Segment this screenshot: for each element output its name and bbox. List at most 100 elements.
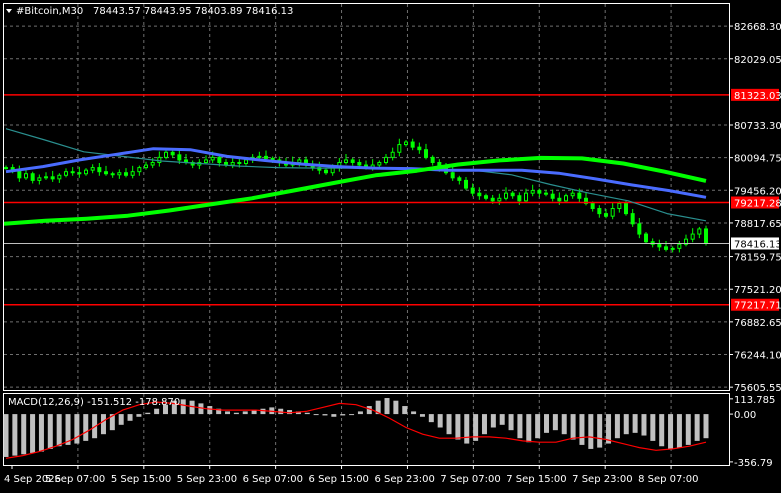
macd-histogram-bar bbox=[30, 414, 36, 453]
macd-histogram-bar bbox=[384, 398, 390, 415]
macd-histogram-bar bbox=[535, 414, 541, 439]
macd-histogram-bar bbox=[659, 414, 665, 447]
candle-body bbox=[697, 228, 702, 235]
macd-histogram-bar bbox=[12, 414, 18, 456]
candle-body bbox=[210, 156, 215, 161]
macd-histogram-bar bbox=[650, 414, 656, 441]
chart-window[interactable]: 82668.30 82029.05 80733.30 80094.75 79456.20… bbox=[0, 0, 781, 489]
candle-body bbox=[457, 177, 462, 181]
price-tick-label: 76244.10 bbox=[734, 351, 781, 362]
macd-histogram-bar bbox=[136, 414, 142, 417]
level-price-label: 79217.28 bbox=[734, 199, 781, 210]
candle-body bbox=[70, 171, 75, 174]
ohlc-label: 78443.57 78443.95 78403.89 78416.13 bbox=[93, 6, 293, 17]
candle-body bbox=[244, 159, 248, 165]
candle-body bbox=[464, 179, 468, 189]
macd-histogram-bar bbox=[260, 408, 266, 415]
macd-histogram-bar bbox=[508, 414, 514, 431]
macd-histogram-bar bbox=[56, 414, 62, 447]
candle-body bbox=[610, 208, 615, 217]
price-tick-label: 76882.65 bbox=[734, 318, 781, 329]
macd-histogram-bar bbox=[641, 414, 647, 436]
candle-body bbox=[517, 195, 522, 202]
macd-histogram-bar bbox=[552, 414, 558, 431]
candle-body bbox=[704, 228, 708, 244]
price-tick-label: 78817.65 bbox=[734, 219, 781, 230]
time-tick-label: 7 Sep 15:00 bbox=[506, 474, 566, 485]
macd-histogram-bar bbox=[446, 414, 452, 435]
macd-histogram-bar bbox=[544, 414, 550, 433]
candle-body bbox=[470, 187, 475, 194]
candle-body bbox=[157, 156, 162, 163]
candle-body bbox=[677, 243, 682, 249]
symbol-label: #Bitcoin,M30 bbox=[16, 6, 83, 17]
candle-body bbox=[150, 161, 155, 166]
macd-histogram-bar bbox=[233, 412, 239, 415]
candle-body bbox=[344, 159, 348, 163]
time-tick-label: 6 Sep 23:00 bbox=[374, 474, 434, 485]
candle-body bbox=[50, 176, 55, 180]
macd-histogram-bar bbox=[74, 414, 80, 444]
candle-body bbox=[110, 173, 115, 176]
candle-body bbox=[77, 172, 82, 175]
candle-body bbox=[417, 146, 422, 151]
macd-histogram-bar bbox=[349, 414, 355, 416]
candle-body bbox=[24, 173, 28, 179]
macd-histogram-bar bbox=[499, 414, 505, 425]
price-tick-label: 78159.75 bbox=[734, 253, 781, 264]
macd-histogram-bar bbox=[304, 412, 310, 415]
candle-body bbox=[350, 159, 355, 163]
macd-histogram-bar bbox=[154, 408, 160, 415]
candle-body bbox=[124, 172, 128, 176]
macd-histogram-bar bbox=[481, 414, 487, 435]
candle-body bbox=[324, 169, 328, 174]
macd-histogram-bar bbox=[3, 414, 9, 457]
macd-histogram-bar bbox=[83, 414, 89, 441]
macd-histogram-bar bbox=[419, 414, 425, 417]
candle-body bbox=[30, 173, 35, 181]
candle-body bbox=[690, 233, 695, 240]
candle-body bbox=[97, 167, 102, 173]
time-tick-label: 7 Sep 23:00 bbox=[572, 474, 632, 485]
candle-body bbox=[637, 223, 642, 235]
macd-tick-label: 113.785 bbox=[734, 395, 775, 406]
candle-body bbox=[237, 161, 242, 165]
current-price-label: 78416.13 bbox=[734, 239, 781, 250]
candle-body bbox=[4, 167, 8, 170]
candle-body bbox=[390, 151, 395, 158]
macd-histogram-bar bbox=[322, 414, 328, 416]
time-tick-label: 6 Sep 07:00 bbox=[243, 474, 303, 485]
macd-tick-label: -356.79 bbox=[734, 458, 773, 469]
macd-histogram-bar bbox=[207, 406, 213, 415]
macd-histogram-bar bbox=[526, 414, 532, 443]
macd-histogram-bar bbox=[118, 414, 124, 425]
time-tick-label: 8 Sep 07:00 bbox=[638, 474, 698, 485]
candle-body bbox=[630, 213, 635, 225]
macd-tick-label: 0.00 bbox=[734, 410, 756, 421]
time-tick-label: 5 Sep 07:00 bbox=[45, 474, 105, 485]
macd-histogram-bar bbox=[668, 414, 674, 449]
candle-body bbox=[264, 155, 268, 159]
macd-histogram-bar bbox=[225, 411, 231, 415]
macd-histogram-bar bbox=[561, 414, 567, 435]
candle-body bbox=[477, 192, 482, 197]
candle-body bbox=[597, 208, 602, 215]
candle-body bbox=[44, 176, 48, 179]
chart-canvas[interactable]: 82668.30 82029.05 80733.30 80094.75 79456.20… bbox=[0, 0, 781, 489]
macd-histogram-bar bbox=[393, 400, 399, 415]
candle-body bbox=[430, 156, 435, 163]
macd-histogram-bar bbox=[694, 414, 700, 441]
candle-body bbox=[57, 174, 62, 180]
candle-body bbox=[130, 171, 135, 176]
price-tick-label: 80733.30 bbox=[734, 121, 781, 132]
time-tick-label: 7 Sep 07:00 bbox=[440, 474, 500, 485]
candle-body bbox=[117, 172, 122, 176]
macd-histogram-bar bbox=[313, 414, 319, 416]
level-price-label: 77217.71 bbox=[734, 301, 781, 312]
macd-histogram-bar bbox=[623, 414, 629, 435]
candle-body bbox=[164, 151, 168, 158]
price-tick-label: 77521.20 bbox=[734, 285, 781, 296]
candle-body bbox=[450, 172, 455, 179]
candle-body bbox=[497, 197, 502, 202]
macd-histogram-bar bbox=[357, 411, 363, 415]
